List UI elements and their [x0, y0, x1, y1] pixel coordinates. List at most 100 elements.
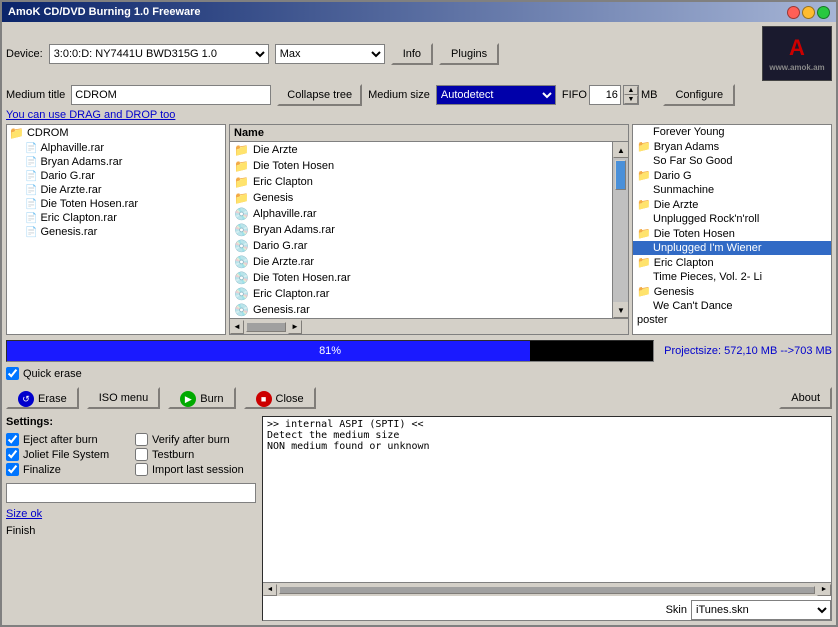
tree-item-ericclapton[interactable]: 📄 Eric Clapton.rar — [7, 211, 225, 225]
middle-vscrollbar[interactable]: ▲ ▼ — [612, 142, 628, 318]
list-item[interactable]: 💿 Die Toten Hosen.rar — [230, 270, 612, 286]
settings-input[interactable] — [6, 483, 256, 503]
vscroll-thumb[interactable] — [615, 160, 626, 190]
list-item[interactable]: 💿 Genesis.rar — [230, 302, 612, 318]
tree-item-label: Eric Clapton.rar — [40, 212, 116, 224]
iso-menu-button[interactable]: ISO menu — [87, 387, 161, 409]
size-ok-link[interactable]: Size ok — [6, 508, 42, 520]
autodetect-select[interactable]: Autodetect — [436, 85, 556, 105]
list-item[interactable]: 📁 Die Toten Hosen — [230, 158, 612, 174]
fifo-spinner[interactable]: ▲ ▼ — [623, 85, 639, 105]
fifo-unit: MB — [641, 89, 658, 101]
window-controls[interactable] — [787, 6, 830, 19]
log-line: Detect the medium size — [267, 430, 827, 441]
tree-item-alphaville[interactable]: 📄 Alphaville.rar — [7, 141, 225, 155]
close-icon: ■ — [256, 391, 272, 407]
hscroll-thumb[interactable] — [246, 322, 286, 332]
list-item[interactable]: 📁 Die Arzte — [230, 142, 612, 158]
close-window-button[interactable] — [787, 6, 800, 19]
right-tree-item[interactable]: 📁Eric Clapton — [633, 255, 831, 270]
tree-item-dietotenhosen[interactable]: 📄 Die Toten Hosen.rar — [7, 197, 225, 211]
list-item[interactable]: 💿 Dario G.rar — [230, 238, 612, 254]
fifo-down-button[interactable]: ▼ — [624, 95, 638, 104]
folder-icon: 📁 — [234, 191, 249, 205]
info-button[interactable]: Info — [391, 43, 433, 65]
eject-after-burn-checkbox[interactable] — [6, 433, 19, 446]
log-content: >> internal ASPI (SPTI) << Detect the me… — [263, 417, 831, 582]
list-item[interactable]: 📁 Genesis — [230, 190, 612, 206]
quick-erase-label: Quick erase — [23, 368, 82, 380]
list-item[interactable]: 📁 Eric Clapton — [230, 174, 612, 190]
verify-after-burn-checkbox[interactable] — [135, 433, 148, 446]
log-hscrollbar[interactable]: ◄ ► — [263, 582, 831, 596]
maximize-window-button[interactable] — [817, 6, 830, 19]
folder-icon: 📁 — [234, 175, 249, 189]
list-item[interactable]: 💿 Die Arzte.rar — [230, 254, 612, 270]
folder-icon: 📁 — [637, 227, 651, 240]
device-select[interactable]: 3:0:0:D: NY7441U BWD315G 1.0 — [49, 44, 269, 64]
medium-size-label: Medium size — [368, 89, 430, 101]
tree-item-label: Bryan Adams.rar — [40, 156, 122, 168]
right-tree-item[interactable]: 📁Bryan Adams — [633, 139, 831, 154]
folder-icon: 📁 — [637, 285, 651, 298]
right-tree-item[interactable]: Unplugged Rock'n'roll — [633, 212, 831, 226]
verify-after-burn-label: Verify after burn — [152, 434, 230, 446]
erase-icon: ↺ — [18, 391, 34, 407]
vscroll-down-button[interactable]: ▼ — [613, 302, 628, 318]
log-line: >> internal ASPI (SPTI) << — [267, 419, 827, 430]
erase-button[interactable]: ↺ Erase — [6, 387, 79, 409]
right-tree-item[interactable]: We Can't Dance — [633, 299, 831, 313]
list-item[interactable]: 💿 Alphaville.rar — [230, 206, 612, 222]
skin-select[interactable]: iTunes.skn — [691, 600, 831, 620]
hscroll-right-button[interactable]: ► — [288, 320, 302, 334]
log-hscroll-right[interactable]: ► — [817, 584, 831, 596]
max-select[interactable]: Max — [275, 44, 385, 64]
disc-icon: 💿 — [234, 207, 249, 221]
plugins-button[interactable]: Plugins — [439, 43, 499, 65]
testburn-checkbox[interactable] — [135, 448, 148, 461]
fifo-input[interactable]: 16 — [589, 85, 621, 105]
tree-item-label: Die Toten Hosen.rar — [40, 198, 138, 210]
right-tree-item[interactable]: Time Pieces, Vol. 2- Li — [633, 270, 831, 284]
disc-icon: 💿 — [234, 239, 249, 253]
right-tree-item[interactable]: 📁Dario G — [633, 168, 831, 183]
hscroll-left-button[interactable]: ◄ — [230, 320, 244, 334]
close-button[interactable]: ■ Close — [244, 387, 316, 409]
log-hscroll-thumb[interactable] — [279, 586, 815, 594]
vscroll-track[interactable] — [613, 158, 628, 302]
medium-title-input[interactable]: CDROM — [71, 85, 271, 105]
tree-item-genesis[interactable]: 📄 Genesis.rar — [7, 225, 225, 239]
vscroll-up-button[interactable]: ▲ — [613, 142, 628, 158]
quick-erase-checkbox[interactable] — [6, 367, 19, 380]
configure-button[interactable]: Configure — [663, 84, 735, 106]
finalize-checkbox[interactable] — [6, 463, 19, 476]
list-item[interactable]: 💿 Bryan Adams.rar — [230, 222, 612, 238]
right-tree-item[interactable]: So Far So Good — [633, 154, 831, 168]
burn-button[interactable]: ▶ Burn — [168, 387, 235, 409]
joliet-label: Joliet File System — [23, 449, 109, 461]
right-tree-item[interactable]: Sunmachine — [633, 183, 831, 197]
about-button[interactable]: About — [779, 387, 832, 409]
minimize-window-button[interactable] — [802, 6, 815, 19]
right-tree-item[interactable]: 📁Genesis — [633, 284, 831, 299]
right-tree-item[interactable]: Unplugged I'm Wiener — [633, 241, 831, 255]
list-item[interactable]: 💿 Eric Clapton.rar — [230, 286, 612, 302]
joliet-checkbox[interactable] — [6, 448, 19, 461]
right-tree-item[interactable]: 📁Die Arzte — [633, 197, 831, 212]
right-tree-item[interactable]: poster — [633, 313, 831, 327]
collapse-tree-button[interactable]: Collapse tree — [277, 84, 362, 106]
fifo-up-button[interactable]: ▲ — [624, 86, 638, 95]
right-tree-panel: Forever Young 📁Bryan Adams So Far So Goo… — [632, 124, 832, 335]
right-tree-item[interactable]: 📁Die Toten Hosen — [633, 226, 831, 241]
middle-hscrollbar[interactable]: ◄ ► — [230, 318, 628, 334]
tree-item-root[interactable]: 📁 CDROM — [7, 125, 225, 141]
progress-label: 81% — [7, 341, 653, 361]
right-tree-item[interactable]: Forever Young — [633, 125, 831, 139]
import-last-session-checkbox[interactable] — [135, 463, 148, 476]
tree-item-dariog[interactable]: 📄 Dario G.rar — [7, 169, 225, 183]
log-hscroll-left[interactable]: ◄ — [263, 584, 277, 596]
file-icon: 📄 — [25, 199, 37, 210]
tree-item-bryanadams[interactable]: 📄 Bryan Adams.rar — [7, 155, 225, 169]
import-last-session-row: Import last session — [135, 463, 256, 476]
tree-item-diearzte[interactable]: 📄 Die Arzte.rar — [7, 183, 225, 197]
